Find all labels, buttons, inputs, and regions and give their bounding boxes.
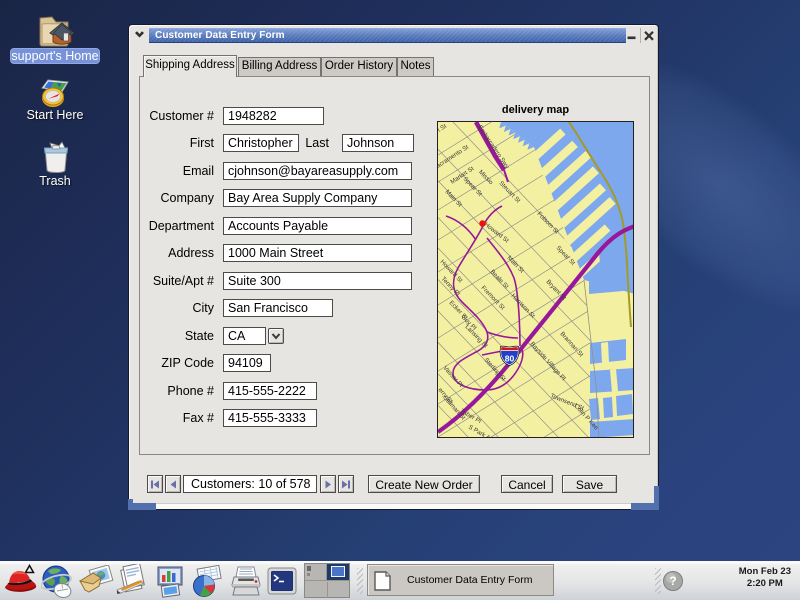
svg-text:?: ?: [669, 574, 676, 588]
